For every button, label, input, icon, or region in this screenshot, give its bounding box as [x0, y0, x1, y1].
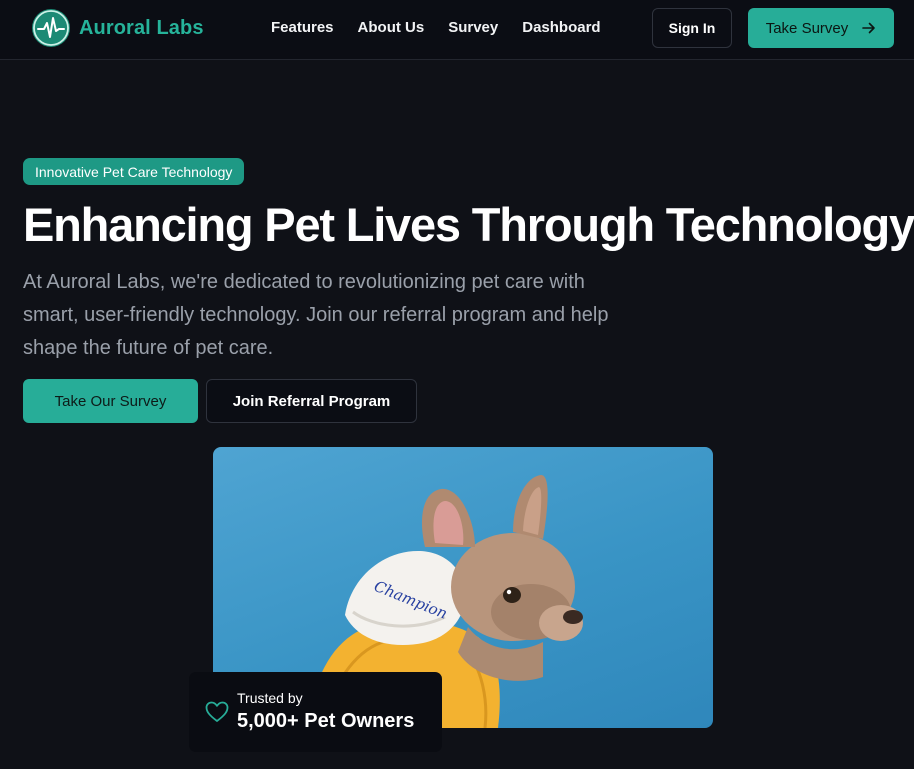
main-nav: Features About Us Survey Dashboard [271, 19, 601, 36]
nav-features[interactable]: Features [271, 19, 334, 36]
take-survey-label: Take Survey [765, 19, 849, 37]
take-our-survey-button[interactable]: Take Our Survey [23, 379, 198, 423]
trust-label: Trusted by [237, 690, 303, 706]
brand[interactable]: Auroral Labs [32, 9, 204, 47]
nav-dashboard[interactable]: Dashboard [522, 19, 600, 36]
hero-badge: Innovative Pet Care Technology [23, 158, 245, 185]
take-survey-button[interactable]: Take Survey [748, 8, 894, 48]
join-referral-program-button[interactable]: Join Referral Program [206, 379, 417, 423]
nav-about-us[interactable]: About Us [358, 19, 425, 36]
top-navbar: Auroral Labs Features About Us Survey Da… [0, 0, 914, 60]
arrow-right-icon [862, 22, 876, 34]
nav-survey[interactable]: Survey [448, 19, 498, 36]
heart-outline-icon [205, 701, 229, 722]
hero-description: At Auroral Labs, we're dedicated to revo… [23, 271, 609, 359]
pulse-heartbeat-icon [32, 9, 70, 47]
trust-value: 5,000+ Pet Owners [237, 710, 415, 732]
hero-title: Enhancing Pet Lives Through Technology [23, 198, 914, 251]
brand-name: Auroral Labs [79, 16, 204, 39]
trust-card: Trusted by 5,000+ Pet Owners [189, 672, 442, 752]
sign-in-button[interactable]: Sign In [652, 8, 732, 48]
